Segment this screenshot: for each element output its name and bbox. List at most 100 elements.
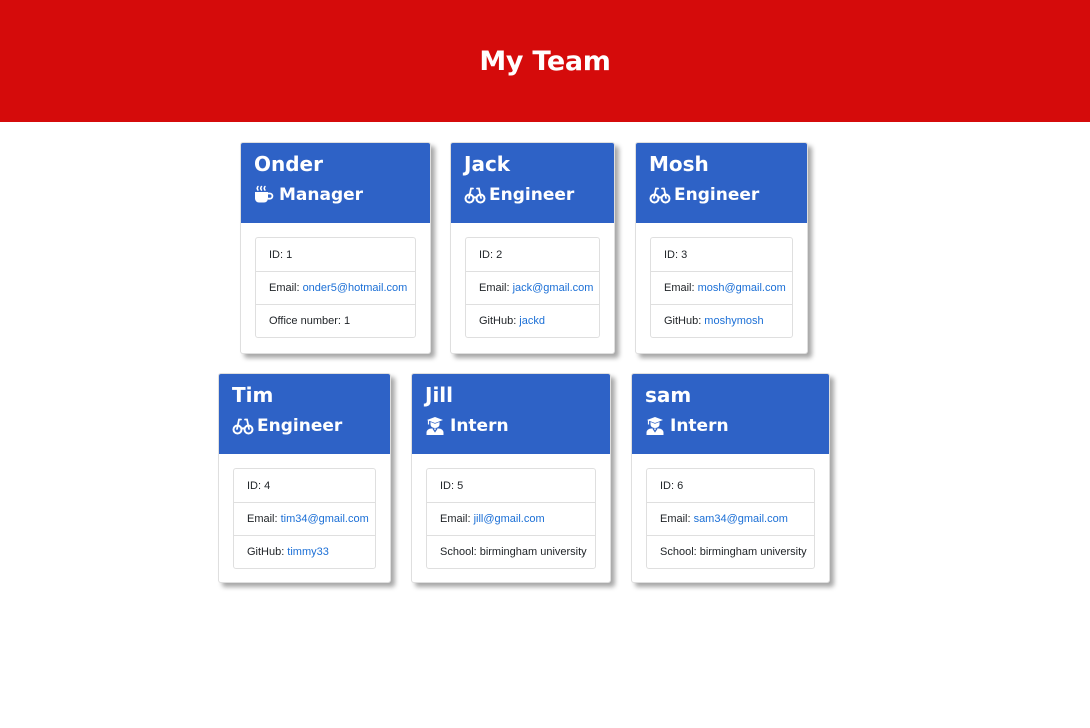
id-value: 1 (286, 248, 293, 261)
school-label: School: (440, 546, 477, 558)
employee-card: Jack Engineer ID: 2 Email: jack@gmail.com … (450, 142, 615, 354)
employee-role: Engineer (464, 179, 601, 211)
glasses-icon (464, 185, 486, 205)
card-body: ID: 3 Email: mosh@gmail.com GitHub: moshymo… (636, 223, 807, 338)
employee-details: ID: 3 Email: mosh@gmail.com GitHub: moshymo… (650, 237, 793, 338)
github-row: GitHub: jackd (466, 304, 599, 337)
github-row: GitHub: moshymosh (651, 304, 792, 337)
card-header: Onder Manager (241, 143, 430, 223)
id-row: ID: 3 (651, 238, 792, 271)
email-link[interactable]: tim34@gmail.com (281, 513, 369, 525)
card-body: ID: 1 Email: onder5@hotmail.com Office num… (241, 223, 430, 338)
github-label: GitHub: (247, 546, 285, 558)
card-header: sam Intern (632, 374, 829, 454)
email-link[interactable]: jack@gmail.com (513, 282, 594, 294)
id-row: ID: 1 (256, 238, 415, 271)
id-label: ID: (479, 248, 494, 261)
role-label: Engineer (257, 416, 343, 436)
id-label: ID: (440, 479, 455, 492)
role-label: Engineer (489, 185, 575, 205)
school-row: School: birmingham university (647, 535, 814, 568)
glasses-icon (649, 185, 671, 205)
role-label: Manager (279, 185, 364, 205)
card-body: ID: 5 Email: jill@gmail.com School: birming… (412, 454, 610, 569)
email-row: Email: jack@gmail.com (466, 271, 599, 304)
school-value: birmingham university (479, 546, 587, 558)
id-value: 6 (677, 479, 684, 492)
email-label: Email: (269, 282, 300, 294)
card-header: Jack Engineer (451, 143, 614, 223)
email-label: Email: (247, 513, 278, 525)
office-number-label: Office number: (269, 315, 341, 327)
github-link[interactable]: moshymosh (704, 315, 763, 327)
id-label: ID: (660, 479, 675, 492)
employee-name: Tim (232, 383, 274, 407)
email-link[interactable]: jill@gmail.com (474, 513, 545, 525)
email-row: Email: mosh@gmail.com (651, 271, 792, 304)
employee-role: Intern (425, 410, 597, 442)
employee-card: Onder Manager ID: 1 Email: onder5@hotmail.… (240, 142, 431, 354)
role-label: Engineer (674, 185, 760, 205)
card-header: Tim Engineer (219, 374, 390, 454)
id-label: ID: (269, 248, 284, 261)
employee-name: Jill (425, 383, 454, 407)
graduate-icon (425, 416, 447, 436)
github-label: GitHub: (479, 315, 517, 327)
employee-card: sam Intern ID: 6 Email: sam34@gmail.com Sc… (631, 373, 830, 583)
card-body: ID: 2 Email: jack@gmail.com GitHub: jackd (451, 223, 614, 338)
coffee-icon (254, 185, 276, 205)
id-value: 3 (681, 248, 688, 261)
email-row: Email: jill@gmail.com (427, 502, 595, 535)
card-body: ID: 6 Email: sam34@gmail.com School: birmin… (632, 454, 829, 569)
id-value: 4 (264, 479, 271, 492)
employee-role: Intern (645, 410, 816, 442)
github-link[interactable]: jackd (519, 315, 545, 327)
email-row: Email: onder5@hotmail.com (256, 271, 415, 304)
id-row: ID: 2 (466, 238, 599, 271)
id-row: ID: 5 (427, 469, 595, 502)
email-label: Email: (440, 513, 471, 525)
id-value: 2 (496, 248, 503, 261)
email-link[interactable]: sam34@gmail.com (694, 513, 788, 525)
id-row: ID: 6 (647, 469, 814, 502)
employee-name: sam (645, 383, 692, 407)
email-label: Email: (664, 282, 695, 294)
office-number-value: 1 (343, 315, 351, 327)
id-value: 5 (457, 479, 464, 492)
office-number-row: Office number: 1 (256, 304, 415, 337)
employee-name: Mosh (649, 152, 709, 176)
role-label: Intern (670, 416, 729, 436)
employee-card: Tim Engineer ID: 4 Email: tim34@gmail.com … (218, 373, 391, 583)
school-value: birmingham university (699, 546, 807, 558)
employee-card: Mosh Engineer ID: 3 Email: mosh@gmail.com … (635, 142, 808, 354)
employee-details: ID: 5 Email: jill@gmail.com School: birming… (426, 468, 596, 569)
employee-details: ID: 6 Email: sam34@gmail.com School: birmin… (646, 468, 815, 569)
github-link[interactable]: timmy33 (287, 546, 329, 558)
card-header: Mosh Engineer (636, 143, 807, 223)
email-row: Email: sam34@gmail.com (647, 502, 814, 535)
employee-details: ID: 2 Email: jack@gmail.com GitHub: jackd (465, 237, 600, 338)
school-label: School: (660, 546, 697, 558)
id-label: ID: (664, 248, 679, 261)
card-body: ID: 4 Email: tim34@gmail.com GitHub: timmy3… (219, 454, 390, 569)
github-row: GitHub: timmy33 (234, 535, 375, 568)
github-label: GitHub: (664, 315, 702, 327)
glasses-icon (232, 416, 254, 436)
email-link[interactable]: onder5@hotmail.com (303, 282, 408, 294)
email-link[interactable]: mosh@gmail.com (698, 282, 786, 294)
school-row: School: birmingham university (427, 535, 595, 568)
role-label: Intern (450, 416, 509, 436)
graduate-icon (645, 416, 667, 436)
employee-name: Onder (254, 152, 323, 176)
email-label: Email: (479, 282, 510, 294)
employee-role: Engineer (649, 179, 794, 211)
employee-details: ID: 4 Email: tim34@gmail.com GitHub: timmy3… (233, 468, 376, 569)
employee-card: Jill Intern ID: 5 Email: jill@gmail.com Sc… (411, 373, 611, 583)
employee-name: Jack (464, 152, 511, 176)
id-row: ID: 4 (234, 469, 375, 502)
email-row: Email: tim34@gmail.com (234, 502, 375, 535)
email-label: Email: (660, 513, 691, 525)
card-header: Jill Intern (412, 374, 610, 454)
employee-role: Engineer (232, 410, 377, 442)
id-label: ID: (247, 479, 262, 492)
